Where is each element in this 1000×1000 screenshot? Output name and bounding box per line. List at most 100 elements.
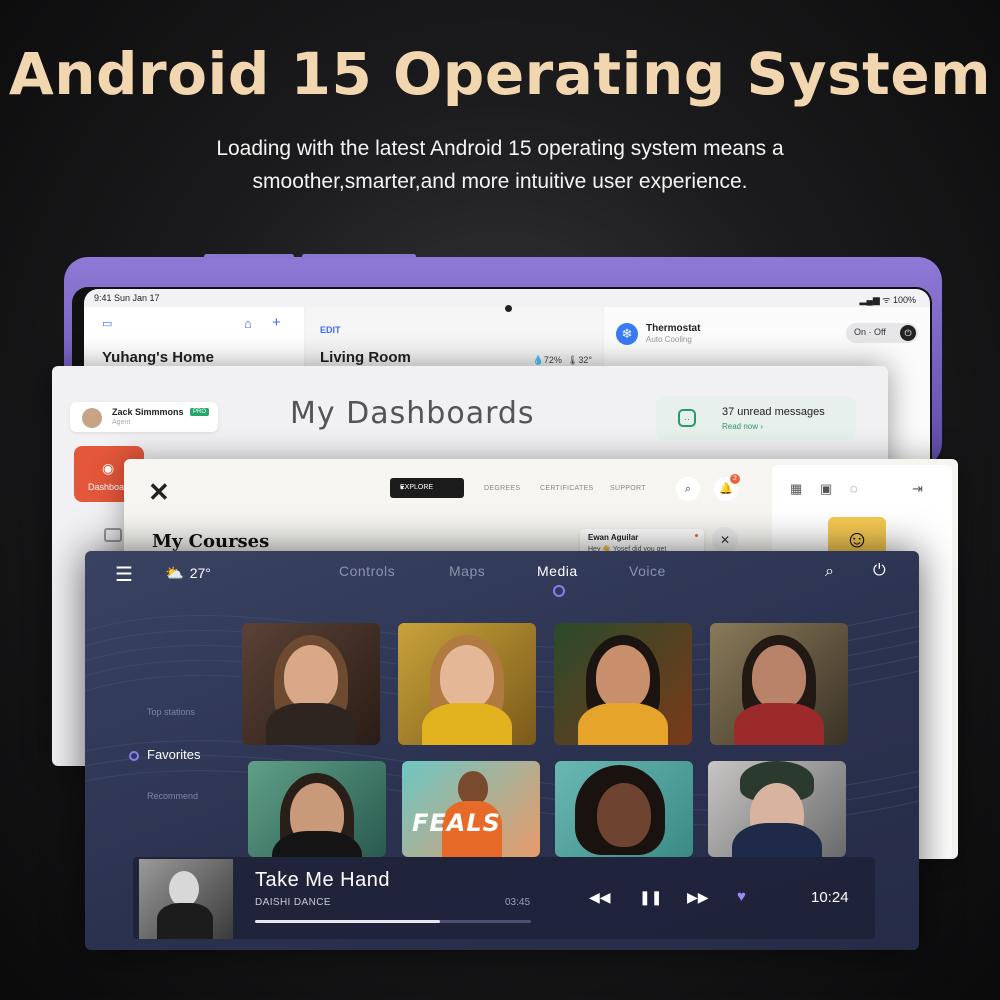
fast-forward-icon[interactable]: ▶▶ (687, 889, 709, 906)
active-tab-indicator (553, 585, 565, 597)
cloud-sun-icon: ⛅ (165, 565, 184, 582)
tab-voice[interactable]: Voice (629, 563, 666, 579)
logout-icon[interactable]: ⇥ (912, 481, 923, 497)
portrait-body (732, 823, 822, 857)
chat-icon: ·· (678, 409, 696, 427)
clock: 10:24 (811, 889, 849, 906)
thermostat-mode: Auto Cooling (646, 335, 692, 344)
page-title: My Courses (152, 531, 270, 552)
tab-controls[interactable]: Controls (339, 563, 395, 579)
agent-name: Zack Simmmons (112, 407, 184, 417)
tab-media[interactable]: Media (537, 563, 578, 579)
chat-name: Ewan Aguilar (588, 533, 639, 542)
media-app: ☰ ⛅ 27° Controls Maps Media Voice ⌕ ⏻ Top… (85, 551, 919, 950)
notification-count: 2 (730, 474, 740, 484)
pause-icon[interactable]: ❚❚ (639, 889, 662, 906)
calendar-icon[interactable]: ▦ (790, 481, 802, 497)
bag-icon[interactable]: ▣ (820, 481, 832, 497)
logo: ✕ (148, 477, 170, 507)
album-tile[interactable] (555, 761, 693, 857)
artist-name: DAISHI DANCE (255, 897, 331, 908)
heart-icon[interactable]: ♥ (737, 888, 746, 905)
bell-icon[interactable]: 🔔 2 (714, 474, 740, 501)
close-icon[interactable]: ✕ (712, 527, 738, 553)
progress-fill (255, 920, 440, 923)
humidity-value: 72% (543, 355, 562, 365)
album-tile[interactable] (708, 761, 846, 857)
album-tile[interactable]: FEALS (402, 761, 540, 857)
page-title: My Dashboards (290, 396, 535, 431)
power-icon[interactable]: ⏻ (873, 562, 886, 580)
favorites-indicator (129, 751, 139, 761)
side-top-stations[interactable]: Top stations (147, 707, 195, 717)
portrait-face (596, 645, 650, 709)
add-icon[interactable]: + (272, 314, 281, 331)
album-tile[interactable] (710, 623, 848, 745)
messages-card[interactable]: ·· 37 unread messages Read now › (656, 396, 856, 440)
agent-card[interactable]: Zack Simmmons PRO Agent (70, 402, 218, 432)
power-toggle[interactable]: On · Off ⏻ (846, 323, 918, 343)
weather: ⛅ 27° (165, 564, 211, 582)
temperature: 27° (189, 565, 211, 581)
toggle-label: On · Off (854, 327, 886, 337)
album-tile[interactable] (242, 623, 380, 745)
portrait-body (422, 703, 512, 745)
album-cover[interactable] (139, 859, 233, 939)
search-icon[interactable]: ⌕ (825, 563, 834, 581)
search-icon[interactable]: ⌕ (676, 477, 700, 501)
unread-dot (695, 534, 698, 537)
chat-icon[interactable]: ◌ (850, 481, 858, 496)
subtitle: Loading with the latest Android 15 opera… (150, 132, 850, 198)
now-playing-bar: Take Me Hand DAISHI DANCE 03:45 ◀◀ ❚❚ ▶▶… (133, 857, 875, 939)
snowflake-icon: ❄ (616, 323, 638, 345)
album-tile[interactable] (398, 623, 536, 745)
temperature-value: 32° (578, 355, 592, 365)
room-stats: 💧72% 🌡32° (533, 355, 592, 366)
nav-certificates[interactable]: CERTIFICATES (540, 485, 594, 492)
song-title: Take Me Hand (255, 869, 390, 891)
nav-support[interactable]: SUPPORT (610, 485, 646, 492)
home-title: Yuhang's Home (102, 349, 214, 366)
room-title: Living Room (320, 349, 411, 366)
power-icon: ⏻ (900, 325, 916, 341)
headline: Android 15 Operating System (8, 40, 992, 108)
home-icon[interactable]: ⌂ (244, 316, 252, 331)
portrait-body (157, 903, 213, 939)
wallet-icon[interactable] (104, 528, 122, 542)
portrait-face (284, 645, 338, 709)
chevron-down-icon: ▾ (400, 483, 405, 492)
avatar (82, 408, 102, 428)
camera (505, 305, 512, 312)
thermostat-name: Thermostat (646, 323, 701, 334)
portrait-face (169, 871, 199, 907)
progress-bar[interactable] (255, 920, 531, 923)
power-button (346, 254, 416, 259)
status-battery: ▂▄▆ ᯤ 100% (859, 295, 916, 305)
edit-button[interactable]: EDIT (320, 325, 341, 335)
menu-icon[interactable]: ☰ (115, 562, 133, 587)
volume-button (204, 254, 294, 259)
sidebar-icon[interactable]: ▭ (102, 317, 112, 330)
pro-badge: PRO (190, 408, 210, 416)
agent-role: Agent (112, 419, 131, 426)
side-favorites[interactable]: Favorites (147, 747, 200, 762)
tab-maps[interactable]: Maps (449, 563, 485, 579)
explore-dropdown[interactable]: EXPLORE ▾ (390, 478, 464, 498)
portrait-face (597, 783, 651, 847)
side-recommend[interactable]: Recommend (147, 791, 198, 801)
unread-messages: 37 unread messages (722, 406, 825, 418)
humidity-icon: 💧 (532, 355, 544, 365)
portrait-body (266, 703, 356, 745)
portrait-face (752, 645, 806, 709)
portrait-face (458, 771, 488, 805)
song-duration: 03:45 (505, 897, 531, 908)
portrait-body (578, 703, 668, 745)
album-title: FEALS (412, 809, 501, 837)
album-tile[interactable] (248, 761, 386, 857)
album-tile[interactable] (554, 623, 692, 745)
portrait-face (440, 645, 494, 709)
read-now-link[interactable]: Read now › (722, 422, 763, 431)
thermometer-icon: 🌡 (566, 355, 579, 365)
nav-degrees[interactable]: DEGREES (484, 485, 520, 492)
rewind-icon[interactable]: ◀◀ (589, 889, 611, 906)
